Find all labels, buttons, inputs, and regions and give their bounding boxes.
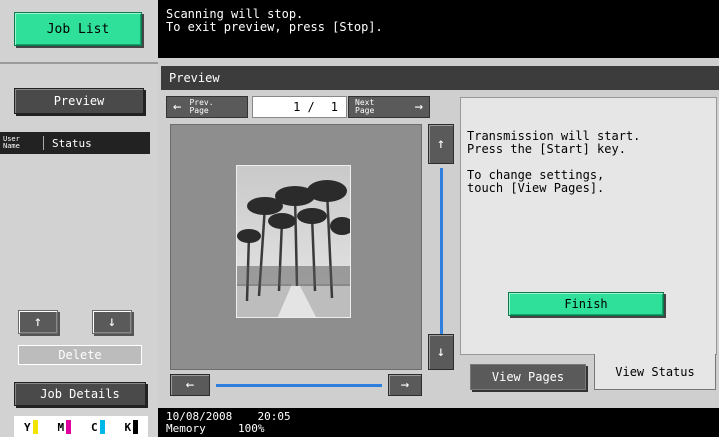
preview-label: Preview [53,94,105,108]
preview-thumbnail [236,165,351,318]
down-arrow-icon: ↓ [107,314,117,330]
prev-page-label: Prev. Page [189,99,213,115]
prev-page-line2: Page [189,106,209,115]
vertical-scrollbar[interactable]: ↑ ↓ [428,124,454,370]
memory-value: 100% [238,422,265,435]
toner-yellow-label: Y [23,420,31,434]
job-details-label: Job Details [40,387,120,401]
finish-label: Finish [564,297,608,311]
view-pages-label: View Pages [491,370,565,384]
next-page-button[interactable]: Next Page → [348,96,430,118]
toner-yellow: Y [23,419,38,434]
delete-button[interactable]: Delete [18,345,142,365]
vertical-scroll-track[interactable] [440,168,443,338]
page-current: 1 / [293,100,315,114]
next-page-line2: Page [355,106,375,115]
tab-view-pages[interactable]: View Pages [470,364,586,390]
memory-label: Memory [166,422,206,435]
right-arrow-icon: → [414,99,423,115]
preview-title: Preview [169,71,220,85]
page-counter: 1 / 1 [252,96,347,118]
job-list-label: Job List [46,21,110,37]
scroll-up-icon[interactable]: ↑ [428,124,454,164]
message-area: Scanning will stop. To exit preview, pre… [158,0,719,58]
info-text: Transmission will start. Press the [Star… [467,130,640,195]
toner-black: K [124,419,139,434]
toner-magenta: M [57,419,72,434]
left-arrow-icon: ← [173,99,182,115]
toner-black-bar [133,419,139,434]
scroll-up-button[interactable]: ↑ [18,310,58,334]
status-info-panel: Transmission will start. Press the [Star… [460,97,717,355]
scroll-right-icon[interactable]: → [388,374,422,396]
left-sidebar [0,0,158,437]
up-arrow-icon: ↑ [33,314,43,330]
toner-cyan-label: C [90,420,98,434]
tab-view-status[interactable]: View Status [594,354,716,390]
page-total: 1 [330,100,338,114]
status-row-2: Memory 100% [166,423,719,435]
finish-button[interactable]: Finish [508,292,664,316]
scroll-down-icon[interactable]: ↓ [428,334,454,370]
preview-header: Preview [161,66,719,90]
horizontal-scrollbar[interactable]: ← → [170,374,422,396]
message-line-2: To exit preview, press [Stop]. [166,20,383,34]
view-status-label: View Status [615,364,695,379]
toner-yellow-bar [32,419,38,434]
next-page-label: Next Page [355,99,374,115]
toner-cyan: C [90,419,105,434]
preview-button[interactable]: Preview [14,88,144,114]
info-line-4: touch [View Pages]. [467,181,605,195]
status-header: Status [52,136,92,150]
user-name-header: User Name [0,136,44,150]
toner-magenta-bar [66,419,72,434]
toner-black-label: K [124,420,132,434]
job-list-button[interactable]: Job List [14,12,142,46]
toner-cyan-bar [99,419,105,434]
delete-label: Delete [58,348,102,362]
job-table-header: User Name Status [0,132,150,154]
scroll-left-icon[interactable]: ← [170,374,210,396]
horizontal-scroll-track[interactable] [216,384,382,387]
palm-trees-photo [237,166,350,317]
job-details-button[interactable]: Job Details [14,382,146,406]
toner-magenta-label: M [57,420,65,434]
status-bar: 10/08/2008 20:05 Memory 100% [158,408,719,437]
info-line-2: Press the [Start] key. [467,142,626,156]
toner-levels: Y M C K [14,416,148,437]
scroll-down-button[interactable]: ↓ [92,310,132,334]
prev-page-button[interactable]: ← Prev. Page [166,96,248,118]
sidebar-divider [0,62,158,64]
